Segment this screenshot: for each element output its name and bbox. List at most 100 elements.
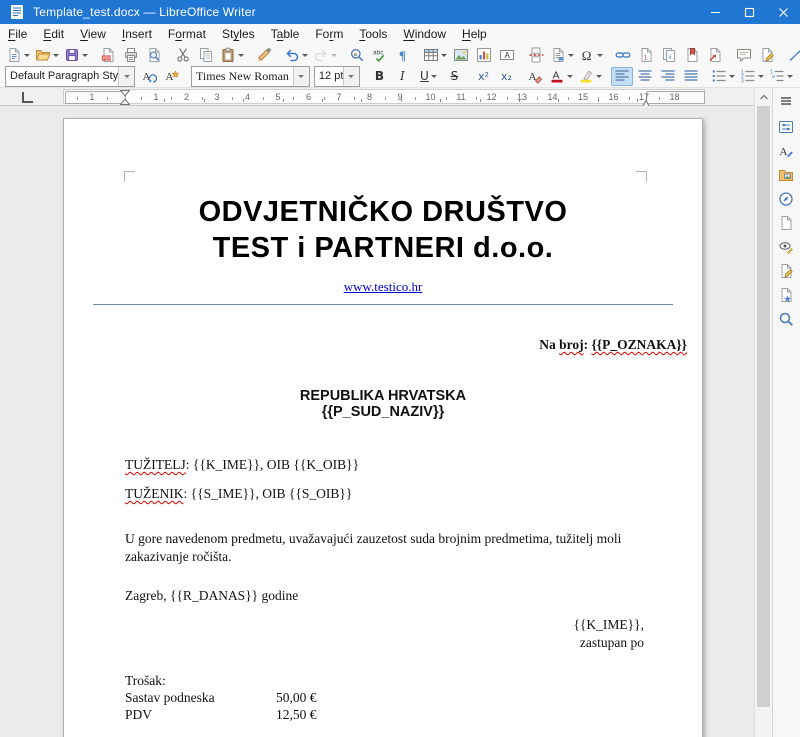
cross-reference-button[interactable] [704,45,726,64]
insert-endnote-button[interactable]: ii [658,45,680,64]
menu-insert[interactable]: Insert [114,24,160,44]
close-button[interactable] [766,0,800,24]
chevron-down-icon[interactable] [343,67,359,86]
sidebar-tab-accessibility-check[interactable] [775,286,797,308]
sidebar-tab-navigator[interactable] [775,190,797,212]
minimize-button[interactable] [698,0,732,24]
italic-button[interactable]: I [391,67,413,86]
scroll-up-button[interactable] [755,88,772,106]
dropdown-arrow-icon[interactable] [82,54,88,60]
menu-file[interactable]: File [0,24,35,44]
dropdown-arrow-icon[interactable] [597,54,603,60]
insert-image-button[interactable] [450,45,472,64]
align-center-button[interactable] [634,67,656,86]
dropdown-arrow-icon[interactable] [729,75,735,81]
font-name-select[interactable]: Times New Roman [191,66,310,87]
formatting-marks-button[interactable]: ¶ [392,45,414,64]
superscript-button[interactable]: x² [472,67,494,86]
redo-button[interactable] [311,45,339,64]
dropdown-arrow-icon[interactable] [302,54,308,60]
menu-format[interactable]: Format [160,24,214,44]
insert-hyperlink-button[interactable] [612,45,634,64]
ruler-scale[interactable]: 1123456789101112131415161718 [63,89,705,104]
paste-button[interactable] [218,45,246,64]
print-button[interactable] [120,45,142,64]
cut-button[interactable] [172,45,194,64]
sidebar-tab-style-inspector[interactable] [775,238,797,260]
align-left-button[interactable] [611,67,633,86]
undo-button[interactable] [282,45,310,64]
website-link[interactable]: www.testico.hr [344,279,423,294]
new-style-button[interactable]: A [161,67,183,86]
outline-format-button[interactable]: 1a [767,67,795,86]
scrollbar-thumb[interactable] [757,106,770,707]
insert-bookmark-button[interactable] [681,45,703,64]
sidebar-tab-find[interactable] [775,310,797,332]
spelling-button[interactable]: abc [369,45,391,64]
chevron-down-icon[interactable] [293,67,309,86]
dropdown-arrow-icon[interactable] [431,75,437,81]
highlight-color-button[interactable] [576,67,604,86]
dropdown-arrow-icon[interactable] [787,75,793,81]
insert-text-box-button[interactable]: A [496,45,518,64]
sidebar-tab-properties[interactable] [775,118,797,140]
special-character-button[interactable]: Ω [577,45,605,64]
save-button[interactable] [62,45,90,64]
menu-styles[interactable]: Styles [214,24,263,44]
dropdown-arrow-icon[interactable] [567,75,573,81]
menu-edit[interactable]: Edit [35,24,72,44]
sidebar-tab-page[interactable] [775,214,797,236]
track-changes-button[interactable] [756,45,778,64]
align-right-button[interactable] [657,67,679,86]
maximize-button[interactable] [732,0,766,24]
sidebar-tab-manage-changes[interactable] [775,262,797,284]
underline-button[interactable]: U [414,67,442,86]
menu-tools[interactable]: Tools [351,24,395,44]
dropdown-arrow-icon[interactable] [596,75,602,81]
dropdown-arrow-icon[interactable] [441,54,447,60]
strikethrough-button[interactable]: S [443,67,465,86]
new-document-button[interactable] [4,45,32,64]
find-replace-button[interactable]: a [346,45,368,64]
dropdown-arrow-icon[interactable] [758,75,764,81]
menu-form[interactable]: Form [307,24,351,44]
open-button[interactable] [33,45,61,64]
menu-window[interactable]: Window [395,24,454,44]
ordered-list-button[interactable]: 123 [738,67,766,86]
copy-button[interactable] [195,45,217,64]
dropdown-arrow-icon[interactable] [238,54,244,60]
sidebar-settings-button[interactable] [775,92,797,114]
menu-help[interactable]: Help [454,24,495,44]
insert-table-button[interactable] [421,45,449,64]
clear-formatting-button[interactable]: A [524,67,546,86]
tab-selector-icon[interactable] [22,92,33,103]
unordered-list-button[interactable] [709,67,737,86]
sidebar-tab-styles[interactable]: A [775,142,797,164]
align-justified-button[interactable] [680,67,702,86]
dropdown-arrow-icon[interactable] [568,54,574,60]
paragraph-style-select[interactable]: Default Paragraph Style [5,66,135,87]
export-pdf-button[interactable]: PDF [97,45,119,64]
font-size-select[interactable]: 12 pt [314,66,360,87]
clone-formatting-button[interactable] [253,45,275,64]
toolbar-overflow-button[interactable]: » [796,67,800,86]
update-style-button[interactable]: A [138,67,160,86]
insert-chart-button[interactable] [473,45,495,64]
dropdown-arrow-icon[interactable] [53,54,59,60]
dropdown-arrow-icon[interactable] [24,54,30,60]
insert-line-button[interactable] [785,45,800,64]
subscript-button[interactable]: x₂ [495,67,517,86]
dropdown-arrow-icon[interactable] [331,54,337,60]
document-page[interactable]: ODVJETNIČKO DRUŠTVO TEST i PARTNERI d.o.… [63,118,703,737]
insert-field-button[interactable] [548,45,576,64]
sidebar-tab-gallery[interactable] [775,166,797,188]
insert-comment-button[interactable] [733,45,755,64]
chevron-down-icon[interactable] [118,67,134,86]
vertical-scrollbar[interactable] [754,88,772,737]
print-preview-button[interactable] [143,45,165,64]
menu-table[interactable]: Table [263,24,308,44]
font-color-button[interactable]: A [547,67,575,86]
insert-footnote-button[interactable]: 1 [635,45,657,64]
page-break-button[interactable] [525,45,547,64]
menu-view[interactable]: View [72,24,114,44]
